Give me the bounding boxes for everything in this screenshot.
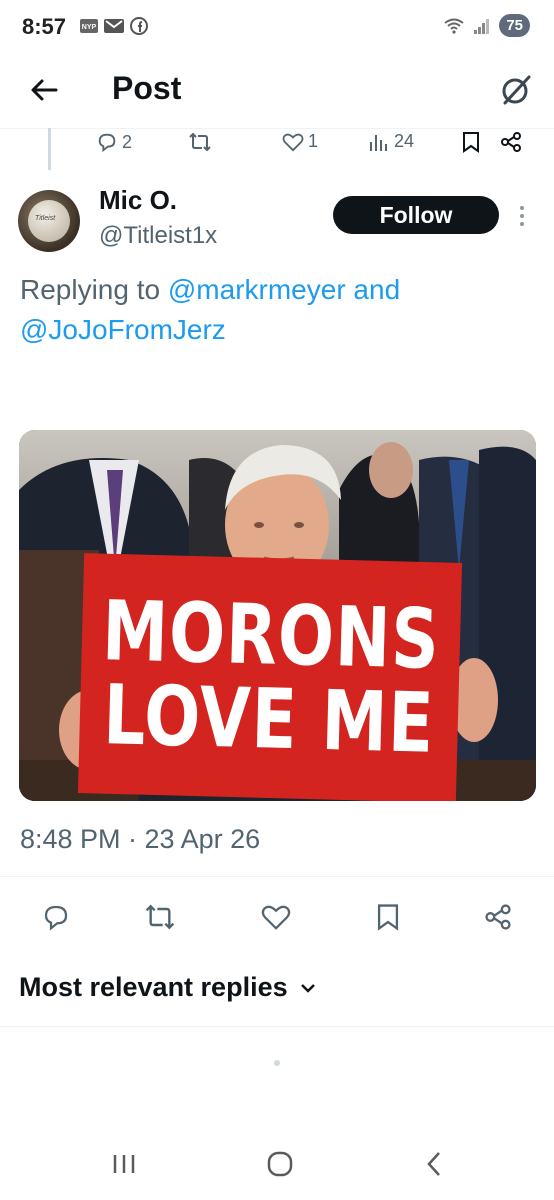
prev-views-button[interactable]: 24 xyxy=(368,131,414,152)
tweet-timestamp: 8:48 PM · 23 Apr 26 xyxy=(20,824,261,854)
share-button[interactable] xyxy=(476,895,520,939)
prev-like-count: 1 xyxy=(308,131,319,151)
repost-button[interactable] xyxy=(138,895,182,939)
repost-icon xyxy=(145,904,175,930)
notification-icons: NYP xyxy=(80,17,148,35)
status-time: 8:57 xyxy=(22,14,67,39)
grok-icon xyxy=(502,75,531,105)
prev-views-count: 24 xyxy=(394,131,415,151)
more-options-button[interactable] xyxy=(512,200,532,232)
golf-ball-image: Titleist xyxy=(28,200,70,242)
recent-apps-button[interactable] xyxy=(94,1142,154,1186)
status-bar: 8:57 NYP 75 xyxy=(0,0,554,56)
facebook-icon xyxy=(130,17,148,35)
system-nav-bar xyxy=(0,1130,554,1200)
grok-button[interactable] xyxy=(496,68,536,112)
repost-icon xyxy=(189,132,211,152)
replying-and: and xyxy=(353,274,401,305)
heart-icon xyxy=(261,905,291,930)
bookmark-icon xyxy=(463,132,479,153)
svg-text:NYP: NYP xyxy=(82,24,97,31)
replying-prefix: Replying to xyxy=(20,274,161,305)
avatar[interactable]: Titleist xyxy=(18,190,80,252)
chevron-down-icon xyxy=(300,983,315,993)
replying-to: Replying to @markrmeyer and @JoJoFromJer… xyxy=(20,270,540,350)
chevron-left-icon xyxy=(427,1152,440,1176)
protest-sign: MORONS LOVE ME xyxy=(77,553,463,801)
home-icon xyxy=(267,1151,293,1177)
divider xyxy=(0,876,554,877)
loading-indicator xyxy=(274,1060,280,1066)
prev-bookmark-button[interactable] xyxy=(462,131,480,153)
prev-reply-count: 2 xyxy=(122,131,133,152)
share-icon xyxy=(501,132,521,152)
tweet-actions xyxy=(0,895,554,939)
prev-share-button[interactable] xyxy=(500,131,522,153)
dot xyxy=(520,222,524,226)
tweet-image[interactable]: MORONS LOVE ME xyxy=(19,430,536,801)
like-button[interactable] xyxy=(254,895,298,939)
prev-like-button[interactable]: 1 xyxy=(282,131,318,152)
home-button[interactable] xyxy=(250,1142,310,1186)
mention-link[interactable]: @JoJoFromJerz xyxy=(20,314,226,345)
mention-link[interactable]: @markrmeyer xyxy=(168,274,346,305)
reply-icon xyxy=(98,133,116,153)
back-button[interactable] xyxy=(24,72,64,108)
prev-repost-button[interactable] xyxy=(188,131,212,153)
views-icon xyxy=(370,134,387,151)
thread-connector xyxy=(48,128,51,170)
dot xyxy=(520,214,524,218)
back-nav-button[interactable] xyxy=(404,1142,464,1186)
divider xyxy=(0,1026,554,1027)
system-icons: 75 xyxy=(443,14,530,37)
share-icon xyxy=(485,904,511,930)
top-header: Post xyxy=(0,60,554,120)
prev-reply-button[interactable]: 2 xyxy=(96,131,132,153)
page-title: Post xyxy=(112,70,182,106)
sign-text-line: LOVE ME xyxy=(102,666,436,772)
previous-tweet-actions: 2 1 24 xyxy=(96,131,536,159)
author-name[interactable]: Mic O. xyxy=(99,185,177,216)
signal-icon xyxy=(474,18,490,34)
author-handle[interactable]: @Titleist1x xyxy=(99,222,217,250)
recent-apps-icon xyxy=(113,1155,135,1173)
wifi-icon xyxy=(444,18,464,34)
follow-button[interactable]: Follow xyxy=(333,196,499,234)
bookmark-icon xyxy=(377,904,399,931)
heart-icon xyxy=(282,133,304,151)
reply-button[interactable] xyxy=(34,895,78,939)
battery-indicator: 75 xyxy=(499,14,530,37)
mail-icon xyxy=(104,19,124,33)
arrow-left-icon xyxy=(31,79,58,101)
replies-sort-label: Most relevant replies xyxy=(19,972,288,1002)
dot xyxy=(520,206,524,210)
divider xyxy=(0,128,554,129)
nyp-icon: NYP xyxy=(80,19,98,33)
bookmark-button[interactable] xyxy=(366,895,410,939)
reply-icon xyxy=(44,905,68,931)
replies-sort-dropdown[interactable]: Most relevant replies xyxy=(19,972,316,1003)
